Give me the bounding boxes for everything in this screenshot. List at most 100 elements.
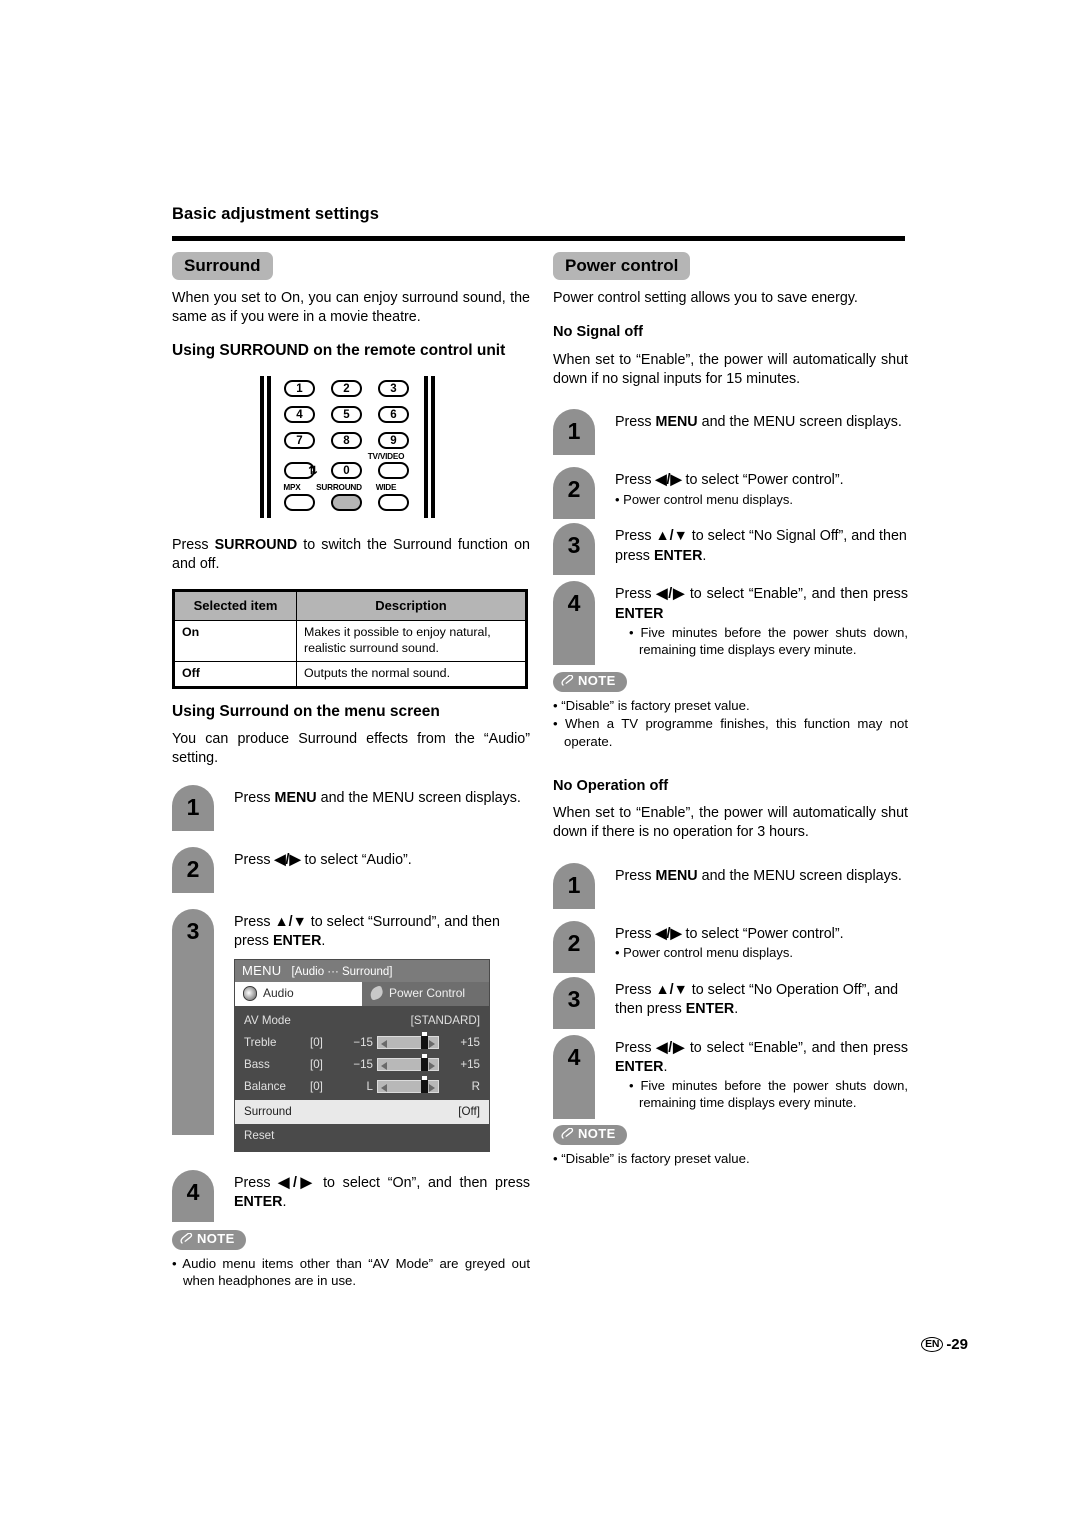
tv-row-surround[interactable]: Surround [Off]: [235, 1099, 489, 1124]
tv-row-label: Treble: [244, 1036, 277, 1050]
tv-row-label: Reset: [244, 1129, 275, 1143]
step-number-badge: 2: [553, 920, 595, 973]
power-control-intro: Power control setting allows you to save…: [553, 290, 858, 306]
note-label: NOTE: [578, 672, 616, 688]
remote-key-9[interactable]: 9: [378, 431, 409, 449]
slider-right-arrow-icon: [429, 1061, 435, 1070]
remote-key-6[interactable]: 6: [378, 405, 409, 423]
manual-page: Basic adjustment settings Surround When …: [0, 0, 1080, 1528]
step-number-badge: 3: [553, 976, 595, 1029]
remote-key-7[interactable]: 7: [284, 431, 315, 449]
remote-label-tvvideo: TV/VIDEO: [367, 451, 405, 461]
step-number-badge: 2: [553, 467, 595, 520]
table-header-row: Selected item Description: [173, 589, 527, 622]
remote-key-3[interactable]: 3: [378, 379, 409, 397]
slider-right-arrow-icon: [429, 1039, 435, 1048]
step-text: Press ▲/▼ to select “No Operation Off”, …: [615, 981, 899, 1018]
tab-audio[interactable]: Audio: [235, 981, 362, 1006]
note-label: NOTE: [578, 1126, 616, 1142]
remote-edge-right-inner: [424, 375, 428, 518]
no-operation-off-heading: No Operation off: [553, 777, 669, 794]
note-badge: NOTE: [172, 1229, 246, 1250]
tv-row-treble[interactable]: Treble [0] −15 +15: [235, 1032, 489, 1054]
step-bullet: • Power control menu displays.: [615, 945, 793, 961]
bass-slider[interactable]: [377, 1054, 439, 1072]
slider-knob[interactable]: [421, 1036, 428, 1050]
tv-row-av-mode[interactable]: AV Mode [STANDARD]: [235, 1010, 489, 1032]
tv-menu-tabs: Audio Power Control: [235, 981, 489, 1006]
tv-row-bracket: [0]: [310, 1036, 323, 1050]
step-number-badge: 1: [172, 784, 214, 831]
ns-step-1: 1 Press MENU and the MENU screen display…: [553, 409, 908, 456]
left-note-list: • Audio menu items other than “AV Mode” …: [172, 1255, 530, 1290]
tab-audio-label: Audio: [263, 986, 294, 1001]
left-step-1: 1 Press MENU and the MENU screen display…: [172, 784, 530, 831]
note-text: “Disable” is factory preset value.: [561, 697, 750, 713]
header-rule: [172, 236, 905, 241]
speaker-icon: [243, 985, 257, 1001]
note-badge: NOTE: [553, 671, 627, 692]
tv-row-bass[interactable]: Bass [0] −15 +15: [235, 1054, 489, 1076]
step-text: Press ◀/▶ to select “On”, and then press…: [234, 1174, 530, 1211]
remote-key-0[interactable]: 0: [331, 461, 362, 479]
note-item: • Audio menu items other than “AV Mode” …: [172, 1255, 530, 1289]
note-text: “Disable” is factory preset value.: [561, 1151, 750, 1167]
press-pre: Press: [172, 536, 215, 553]
tv-row-label: Surround: [244, 1105, 292, 1119]
step-text: Press MENU and the MENU screen displays.: [615, 414, 902, 431]
tv-menu-body: AV Mode [STANDARD] Treble [0] −15 +15 Ba…: [235, 1005, 489, 1151]
table-row: Off Outputs the normal sound.: [173, 660, 527, 688]
tv-row-reset[interactable]: Reset: [235, 1123, 489, 1148]
no-step-4: 4 Press ◀/▶ to select “Enable”, and then…: [553, 1034, 908, 1119]
tab-power-control-label: Power Control: [389, 986, 466, 1001]
remote-key-surround[interactable]: [331, 493, 362, 511]
remote-illustration: 1 2 3 4 5 6 7 8 9 ⇅ 0 TV/VIDEO MPX SURRO…: [172, 372, 530, 527]
no-step-2: 2 Press ◀/▶ to select “Power control”. •…: [553, 920, 908, 973]
slider-knob[interactable]: [421, 1058, 428, 1072]
surround-intro: When you set to On, you can enjoy surrou…: [172, 290, 530, 326]
no-note-block: NOTE • “Disable” is factory preset value…: [553, 1125, 908, 1168]
remote-key-4[interactable]: 4: [284, 405, 315, 423]
tv-row-balance[interactable]: Balance [0] L R: [235, 1076, 489, 1098]
leaf-icon: [368, 985, 385, 1001]
power-control-heading: Power control: [553, 252, 691, 280]
step-number-badge: 4: [553, 581, 595, 666]
step-text: Press ◀/▶ to select “Audio”.: [234, 851, 412, 868]
step-bullet: • Five minutes before the power shuts do…: [629, 1078, 908, 1111]
step-text: Press MENU and the MENU screen displays.: [615, 867, 902, 884]
remote-key-repeat[interactable]: ⇅: [284, 461, 318, 479]
remote-key-1[interactable]: 1: [284, 379, 315, 397]
tab-power-control[interactable]: Power Control: [362, 981, 489, 1006]
slider-left-arrow-icon: [381, 1083, 387, 1092]
balance-slider[interactable]: [377, 1076, 439, 1094]
remote-label-wide: WIDE: [375, 482, 397, 492]
note-item: • When a TV programme finishes, this fun…: [553, 716, 909, 750]
tv-row-bracket: [0]: [310, 1080, 323, 1094]
step-number-badge: 4: [172, 1169, 214, 1222]
step-bullet-text: Five minutes before the power shuts down…: [639, 625, 908, 657]
pencil-icon: [561, 674, 574, 686]
page-footer: EN -29: [921, 1336, 968, 1353]
slider-left-arrow-icon: [381, 1061, 387, 1070]
no-step-3: 3 Press ▲/▼ to select “No Operation Off”…: [553, 976, 908, 1029]
language-mark: EN: [921, 1336, 944, 1353]
remote-key-tvvideo[interactable]: [378, 461, 409, 479]
surround-heading: Surround: [172, 252, 273, 280]
remote-key-8[interactable]: 8: [331, 431, 362, 449]
slider-knob[interactable]: [421, 1080, 428, 1094]
treble-slider[interactable]: [377, 1032, 439, 1050]
tv-row-min: −15: [353, 1058, 373, 1072]
step-text: Press ◀/▶ to select “Enable”, and then p…: [615, 586, 908, 657]
slider-left-arrow-icon: [381, 1039, 387, 1048]
ns-note-list: • “Disable” is factory preset value. • W…: [553, 697, 908, 751]
remote-key-wide[interactable]: [378, 493, 409, 511]
step-text: Press ◀/▶ to select “Enable”, and then p…: [615, 1039, 908, 1111]
step-bullet-text: Five minutes before the power shuts down…: [639, 1078, 908, 1111]
remote-key-2[interactable]: 2: [331, 379, 362, 397]
no-step-1: 1 Press MENU and the MENU screen display…: [553, 862, 908, 909]
no-operation-off-body: When set to “Enable”, the power will aut…: [553, 805, 908, 841]
tv-row-label: Balance: [244, 1080, 286, 1094]
surround-remote-subheading: Using SURROUND on the remote control uni…: [172, 341, 506, 359]
remote-key-mpx[interactable]: [284, 493, 315, 511]
remote-key-5[interactable]: 5: [331, 405, 362, 423]
